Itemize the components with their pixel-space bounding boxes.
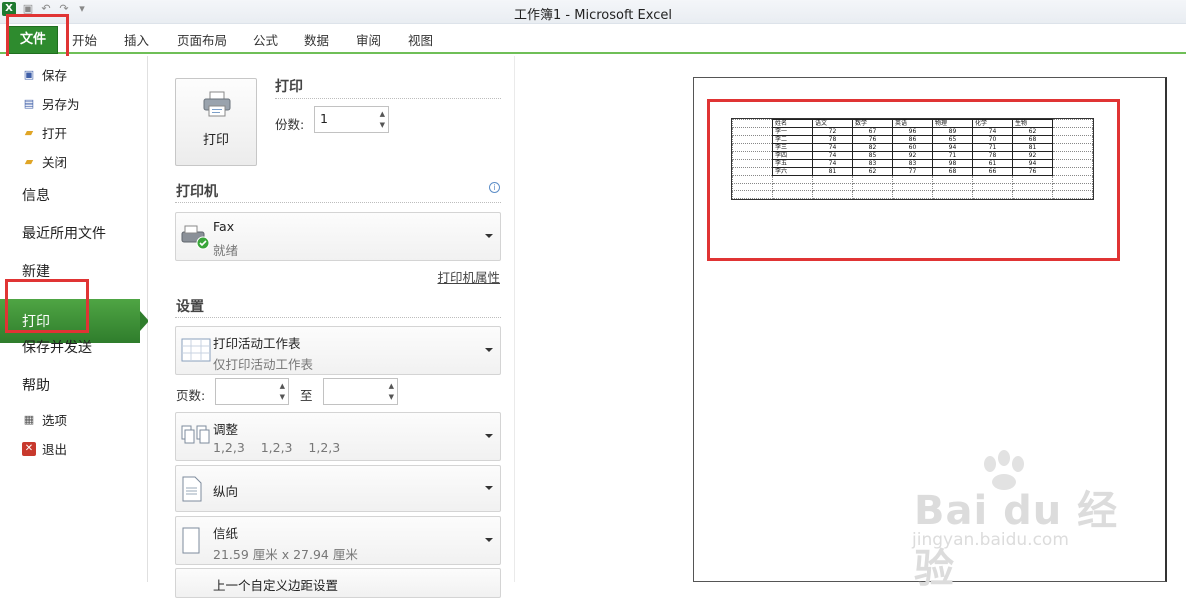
pages-from-stepper[interactable]: ▲ ▼	[215, 378, 289, 405]
watermark-url: jingyan.baidu.com	[912, 530, 1069, 550]
paper-sub: 21.59 厘米 x 27.94 厘米	[213, 547, 358, 562]
save-icon: ▣	[23, 67, 35, 81]
print-button[interactable]: 打印	[175, 78, 257, 166]
divider	[175, 317, 501, 318]
baidu-watermark: Bai du 经验 jingyan.baidu.com	[900, 450, 1150, 592]
collate-dropdown[interactable]: 调整 1,2,3 1,2,3 1,2,3	[175, 412, 501, 461]
portrait-page-icon	[182, 476, 202, 502]
chevron-down-icon	[485, 434, 493, 438]
paper-icon	[182, 527, 200, 554]
settings-section-title: 设置	[176, 299, 204, 315]
margins-dropdown[interactable]: 上一个自定义边距设置	[175, 568, 501, 598]
title-bar: X ▣ ↶ ↷ ▾ 工作簿1 - Microsoft Excel	[0, 0, 1186, 24]
exit-label: 退出	[42, 442, 68, 457]
print-settings-panel: 打印 打印 份数: 1 ▲ ▼ 打印机 i Fax 就绪 打印机属性 设置 打印…	[148, 56, 514, 598]
print-what-sub: 仅打印活动工作表	[213, 357, 314, 372]
highlight-print-nav	[5, 279, 89, 333]
stepper-up-icon[interactable]: ▲	[280, 382, 285, 390]
close-folder-icon: ▰	[24, 154, 34, 168]
copies-stepper[interactable]: 1 ▲ ▼	[314, 106, 389, 133]
window-title: 工作簿1 - Microsoft Excel	[514, 8, 672, 23]
save-as-icon: ▤	[23, 96, 35, 110]
tab-view[interactable]: 视图	[408, 30, 433, 49]
tab-data[interactable]: 数据	[304, 30, 329, 49]
close-command[interactable]: ▰ 关闭	[22, 152, 67, 171]
close-label: 关闭	[42, 155, 68, 170]
printer-section-title: 打印机	[176, 184, 218, 200]
open-label: 打开	[42, 126, 68, 141]
stepper-down-icon[interactable]: ▼	[389, 393, 394, 401]
save-label: 保存	[42, 68, 68, 83]
collate-sub: 1,2,3 1,2,3 1,2,3	[213, 440, 341, 455]
paper-size-dropdown[interactable]: 信纸 21.59 厘米 x 27.94 厘米	[175, 516, 501, 565]
nav-recent[interactable]: 最近所用文件	[22, 223, 106, 243]
worksheet-icon	[181, 338, 211, 362]
pages-to-stepper[interactable]: ▲ ▼	[323, 378, 398, 405]
pages-to-label: 至	[300, 388, 313, 403]
fax-printer-icon	[181, 225, 210, 250]
save-as-command[interactable]: ▤ 另存为	[22, 94, 80, 113]
open-folder-icon: ▰	[24, 125, 34, 139]
tab-home[interactable]: 开始	[72, 30, 97, 49]
pages-label: 页数:	[176, 388, 206, 403]
tab-formulas[interactable]: 公式	[253, 30, 278, 49]
nav-help[interactable]: 帮助	[22, 375, 50, 395]
stepper-up-icon[interactable]: ▲	[389, 382, 394, 390]
printer-icon	[203, 91, 231, 117]
copies-label: 份数:	[275, 117, 305, 132]
print-what-dropdown[interactable]: 打印活动工作表 仅打印活动工作表	[175, 326, 501, 375]
options-command[interactable]: ▦ 选项	[22, 410, 67, 429]
stepper-down-icon[interactable]: ▼	[380, 121, 385, 129]
collate-icon	[181, 425, 210, 444]
collate-title: 调整	[213, 422, 239, 437]
ribbon-tabs: 文件 开始 插入 页面布局 公式 数据 审阅 视图	[0, 24, 1186, 54]
chevron-down-icon	[485, 348, 493, 352]
options-label: 选项	[42, 413, 68, 428]
options-icon: ▦	[23, 412, 35, 426]
margins-title: 上一个自定义边距设置	[213, 578, 339, 593]
orientation-label: 纵向	[213, 484, 239, 499]
printer-name: Fax	[213, 219, 235, 234]
chevron-down-icon	[485, 234, 493, 238]
highlight-preview-table	[707, 99, 1120, 261]
printer-dropdown[interactable]: Fax 就绪	[175, 212, 501, 261]
divider	[175, 202, 501, 203]
print-section-title: 打印	[275, 79, 303, 95]
nav-new[interactable]: 新建	[22, 261, 50, 281]
save-command[interactable]: ▣ 保存	[22, 65, 67, 84]
stepper-down-icon[interactable]: ▼	[280, 393, 285, 401]
printer-properties-link[interactable]: 打印机属性	[437, 267, 500, 286]
chevron-down-icon	[485, 486, 493, 490]
print-button-label: 打印	[202, 133, 229, 148]
nav-info[interactable]: 信息	[22, 185, 50, 205]
divider	[275, 98, 501, 99]
open-command[interactable]: ▰ 打开	[22, 123, 67, 142]
tab-review[interactable]: 审阅	[356, 30, 381, 49]
stepper-up-icon[interactable]: ▲	[380, 110, 385, 118]
save-as-label: 另存为	[42, 97, 80, 112]
print-what-title: 打印活动工作表	[213, 336, 301, 351]
chevron-down-icon	[485, 538, 493, 542]
exit-command[interactable]: ✕ 退出	[22, 439, 67, 458]
copies-value: 1	[320, 111, 328, 126]
orientation-dropdown[interactable]: 纵向	[175, 465, 501, 512]
info-icon[interactable]: i	[489, 182, 500, 193]
exit-icon: ✕	[22, 441, 36, 456]
printer-status: 就绪	[213, 243, 239, 258]
tab-insert[interactable]: 插入	[124, 30, 149, 49]
tab-page-layout[interactable]: 页面布局	[177, 30, 227, 49]
paper-title: 信纸	[213, 526, 239, 541]
nav-save-send[interactable]: 保存并发送	[22, 337, 92, 357]
